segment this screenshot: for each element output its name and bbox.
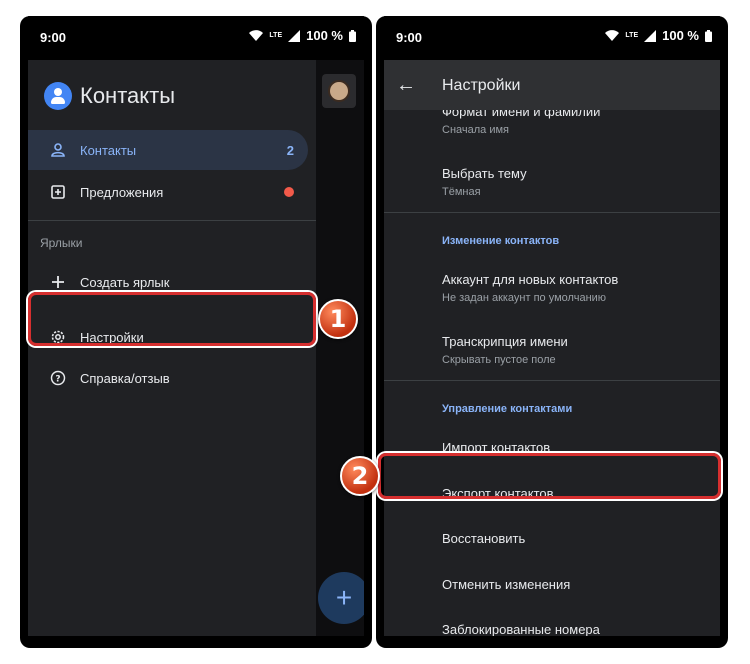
status-bar: 9:00 LTE 100 % (28, 16, 364, 60)
export-highlight-frame (378, 453, 721, 499)
nav-label: Контакты (80, 142, 137, 158)
status-icons: LTE 100 % (605, 28, 712, 43)
settings-app-bar: ← Настройки (384, 60, 720, 110)
suggestions-icon (48, 185, 68, 199)
setting-subtitle: Не задан аккаунт по умолчанию (442, 292, 607, 304)
signal-icon (644, 29, 657, 42)
svg-text:?: ? (55, 375, 60, 385)
status-time: 9:00 (40, 30, 67, 45)
setting-title: Выбрать тему (442, 166, 527, 181)
status-bar: 9:00 LTE 100 % (384, 16, 720, 60)
name-transcription-setting[interactable]: Транскрипция имени Скрывать пустое поле (442, 334, 568, 366)
account-avatar[interactable] (322, 74, 356, 108)
nav-item-contacts[interactable]: Контакты 2 (28, 130, 308, 170)
network-type: LTE (269, 32, 283, 39)
wifi-icon (249, 30, 264, 41)
nav-label: Предложения (80, 184, 164, 200)
setting-subtitle: Сначала имя (442, 124, 509, 136)
theme-setting[interactable]: Выбрать тему Тёмная (442, 166, 527, 198)
step-badge-1: 1 (318, 299, 358, 339)
setting-title: Транскрипция имени (442, 334, 568, 349)
blocked-numbers-item[interactable]: Заблокированные номера (442, 622, 600, 636)
battery-percent: 100 % (306, 28, 343, 43)
battery-icon (705, 29, 712, 42)
add-contact-button[interactable]: + (318, 572, 364, 624)
plus-icon (48, 275, 68, 289)
person-icon (48, 143, 68, 157)
wifi-icon (605, 30, 620, 41)
nav-item-suggestions[interactable]: Предложения (28, 172, 308, 212)
setting-title: Аккаунт для новых контактов (442, 272, 619, 287)
battery-percent: 100 % (662, 28, 699, 43)
status-time: 9:00 (396, 30, 423, 45)
manage-contacts-section-title: Управление контактами (442, 403, 573, 415)
navigation-drawer: Контакты Контакты 2 Предложения Ярлыки С… (28, 60, 316, 636)
nav-label: Справка/отзыв (80, 370, 170, 386)
settings-highlight-frame (28, 292, 316, 346)
edit-contacts-section-title: Изменение контактов (442, 235, 560, 247)
right-phone: 9:00 LTE 100 % Формат имени и фамилии Сн… (376, 16, 728, 648)
setting-subtitle: Тёмная (442, 186, 481, 198)
step-badge-2: 2 (340, 456, 380, 496)
help-feedback-item[interactable]: ? Справка/отзыв (28, 358, 308, 398)
section-divider (384, 212, 720, 213)
contacts-count: 2 (286, 142, 294, 158)
contacts-list-behind: + (316, 60, 364, 636)
battery-icon (349, 29, 356, 42)
default-account-setting[interactable]: Аккаунт для новых контактов Не задан акк… (442, 272, 618, 304)
app-title: Контакты (80, 83, 176, 108)
undo-changes-item[interactable]: Отменить изменения (442, 577, 570, 592)
setting-subtitle: Скрывать пустое поле (442, 354, 556, 366)
status-icons: LTE 100 % (249, 28, 356, 43)
restore-item[interactable]: Восстановить (442, 531, 525, 546)
signal-icon (288, 29, 301, 42)
settings-title: Настройки (442, 77, 521, 94)
contacts-logo-icon (44, 82, 72, 110)
network-type: LTE (625, 32, 639, 39)
help-icon: ? (48, 370, 68, 386)
labels-section-title: Ярлыки (40, 236, 83, 250)
notification-dot (284, 187, 294, 197)
right-screen: 9:00 LTE 100 % Формат имени и фамилии Сн… (384, 16, 720, 636)
back-arrow-icon[interactable]: ← (396, 74, 416, 97)
drawer-header: Контакты (44, 82, 175, 110)
drawer-divider (28, 220, 316, 221)
nav-label: Создать ярлык (80, 274, 170, 290)
section-divider (384, 380, 720, 381)
